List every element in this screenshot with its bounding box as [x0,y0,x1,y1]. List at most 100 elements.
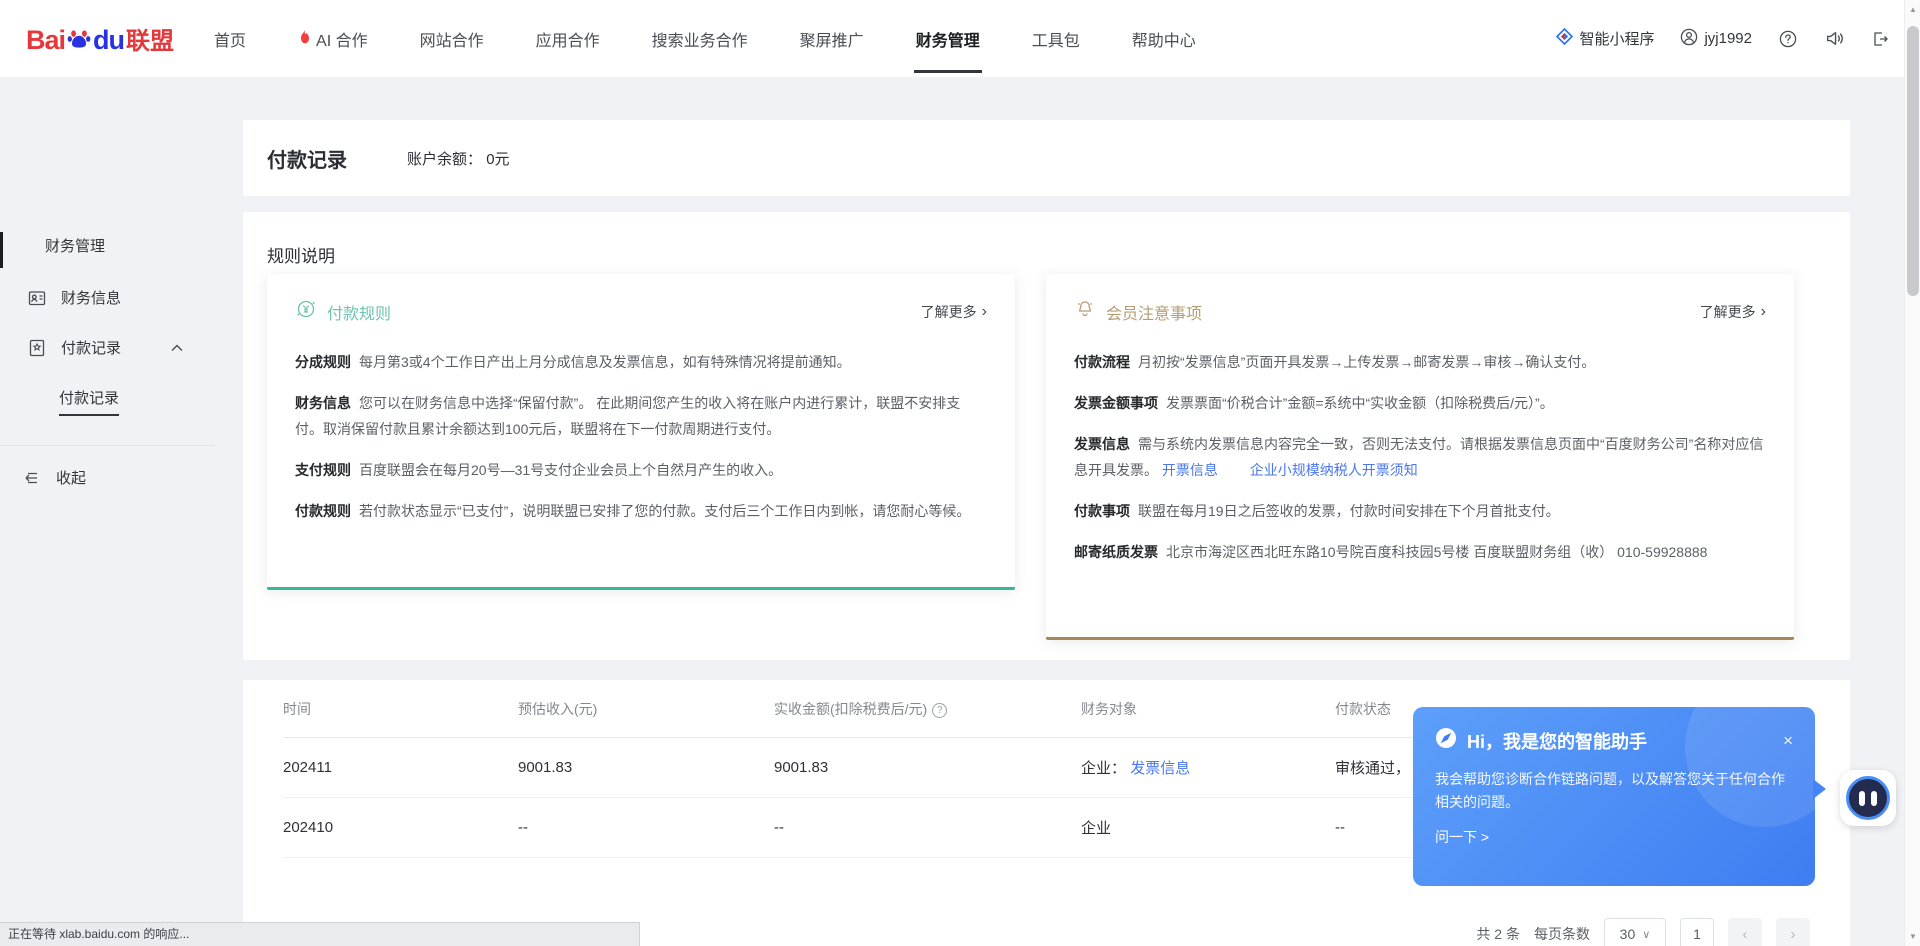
user-icon [1680,28,1698,50]
cell-actual: 9001.83 [774,759,1081,776]
invoice-info-link[interactable]: 开票信息 [1162,462,1218,478]
assistant-popup-tail [1813,779,1826,799]
smart-miniprogram-link[interactable]: 智能小程序 [1556,28,1654,49]
payment-rules-card-header: 付款规则 了解更多 › [295,298,987,325]
cell-time: 202410 [283,819,518,836]
balance-label: 账户余额： [407,151,482,168]
balance-value: 0元 [486,151,509,168]
nav-item-toolkit[interactable]: 工具包 [1006,0,1106,77]
member-notice-card-header: 会员注意事项 了解更多 › [1074,298,1766,325]
account-balance: 账户余额： 0元 [407,148,510,169]
member-notice-card: 会员注意事项 了解更多 › 付款流程月初按“发票信息”页面开具发票→上传发票→邮… [1046,274,1794,640]
chevron-up-icon[interactable] [171,339,183,356]
rule-row: 邮寄纸质发票北京市海淀区西北旺东路10号院百度科技园5号楼 百度联盟财务组（收）… [1074,539,1766,565]
baidu-union-logo[interactable]: Bai du 联盟 [26,21,174,56]
rule-row: 发票信息需与系统内发票信息内容完全一致，否则无法支付。请根据发票信息页面中“百度… [1074,431,1766,483]
member-notice-more-link[interactable]: 了解更多 › [1700,302,1766,322]
cell-time: 202411 [283,759,518,776]
miniprogram-icon [1556,28,1573,49]
browser-scrollbar[interactable]: ▲ ▼ [1904,0,1920,946]
paw-icon [66,26,92,57]
cell-estimated: 9001.83 [518,759,774,776]
sidebar: 财务管理 财务信息 付款记录 付款记录 [0,77,215,946]
rules-panel: 规则说明 付款规则 了解更多 › 分成规则每月第3或4个工作日产出上月分成信息及… [243,212,1850,660]
assistant-title: Hi，我是您的智能助手 [1467,728,1647,754]
robot-face-icon [1846,776,1890,820]
sidebar-item-payment-records[interactable]: 付款记录 [0,337,215,358]
member-notice-icon [1074,298,1096,325]
nav-item-search-business[interactable]: 搜索业务合作 [626,0,774,77]
nav-item-home[interactable]: 首页 [188,0,272,77]
collapse-icon [22,468,42,488]
payment-records-icon [27,338,47,358]
main-nav: 首页 AI 合作 网站合作 应用合作 搜索业务合作 聚屏推广 财务管理 工具包 … [188,0,1222,77]
coin-yuan-icon [295,298,317,325]
rules-section-title: 规则说明 [267,242,335,267]
logo-text-union: 联盟 [126,21,174,56]
rule-row: 分成规则每月第3或4个工作日产出上月分成信息及发票信息，如有特殊情况将提前通知。 [295,349,987,375]
rule-row: 付款事项联盟在每月19日之后签收的发票，付款时间安排在下个月首批支付。 [1074,498,1766,524]
next-page-button[interactable]: › [1776,918,1810,946]
logout-icon[interactable] [1870,29,1890,49]
topbar-right-cluster: 智能小程序 jyj1992 [1556,0,1890,77]
close-icon[interactable]: × [1783,732,1793,749]
nav-item-website-cooperation[interactable]: 网站合作 [394,0,510,77]
scrollbar-thumb[interactable] [1907,26,1919,296]
smart-assistant-popup: Hi，我是您的智能助手 × 我会帮助您诊断合作链路问题，以及解答您关于任何合作相… [1413,707,1815,886]
payment-rules-title: 付款规则 [327,300,391,324]
small-taxpayer-notice-link[interactable]: 企业小规模纳税人开票须知 [1250,462,1418,478]
sidebar-section-finance-management[interactable]: 财务管理 [0,235,215,256]
payment-rules-card: 付款规则 了解更多 › 分成规则每月第3或4个工作日产出上月分成信息及发票信息，… [267,274,1015,590]
nav-item-help-center[interactable]: 帮助中心 [1106,0,1222,77]
invoice-info-table-link[interactable]: 发票信息 [1130,760,1190,777]
page-number-1[interactable]: 1 [1680,918,1714,946]
chevron-right-icon: › [1761,304,1766,320]
sidebar-subitem-payment-records[interactable]: 付款记录 [0,387,215,416]
pagination: 共 2 条 每页条数 30 ∨ 1 ‹ › [1476,918,1810,946]
cell-actual: -- [774,819,1081,836]
assistant-robot-avatar[interactable] [1840,770,1896,826]
flame-icon [298,29,312,50]
help-icon[interactable] [1778,29,1798,49]
sidebar-divider [0,445,215,446]
compass-icon [1435,727,1457,754]
logo-text-du: du [93,25,124,56]
page-title: 付款记录 [267,144,347,173]
chevron-right-icon: › [982,304,987,320]
nav-item-ai-cooperation[interactable]: AI 合作 [272,0,394,77]
assistant-header: Hi，我是您的智能助手 × [1435,727,1793,754]
status-text: 正在等待 xlab.baidu.com 的响应... [8,927,189,941]
rule-row: 付款流程月初按“发票信息”页面开具发票→上传发票→邮寄发票→审核→确认支付。 [1074,349,1766,375]
prev-page-button[interactable]: ‹ [1728,918,1762,946]
nav-item-screen-promotion[interactable]: 聚屏推广 [774,0,890,77]
page-size-select[interactable]: 30 ∨ [1604,918,1666,946]
col-header-time: 时间 [283,699,518,719]
ask-now-link[interactable]: 问一下 > [1435,827,1793,847]
member-notice-title: 会员注意事项 [1106,300,1202,324]
scroll-down-arrow[interactable]: ▼ [1905,932,1920,941]
scroll-up-arrow[interactable]: ▲ [1905,5,1920,14]
cell-finance-object: 企业 [1081,817,1335,838]
assistant-body-text: 我会帮助您诊断合作链路问题，以及解答您关于任何合作相关的问题。 [1435,768,1790,814]
nav-item-app-cooperation[interactable]: 应用合作 [510,0,626,77]
user-account[interactable]: jyj1992 [1680,28,1752,50]
sidebar-collapse-button[interactable]: 收起 [0,467,215,488]
total-count: 共 2 条 [1476,924,1520,944]
rule-row: 财务信息您可以在财务信息中选择“保留付款”。 在此期间您产生的收入将在账户内进行… [295,390,987,442]
rule-row: 发票金额事项发票票面“价税合计”金额=系统中“实收金额（扣除税费后/元）”。 [1074,390,1766,416]
cell-finance-object: 企业： 发票信息 [1081,757,1335,778]
announcement-sound-icon[interactable] [1824,29,1844,49]
payment-rules-more-link[interactable]: 了解更多 › [921,302,987,322]
nav-item-finance-management[interactable]: 财务管理 [890,0,1006,77]
rule-row: 付款规则若付款状态显示“已支付”，说明联盟已安排了您的付款。支付后三个工作日内到… [295,498,987,524]
rule-row: 支付规则百度联盟会在每月20号—31号支付企业会员上个自然月产生的收入。 [295,457,987,483]
sidebar-item-finance-info[interactable]: 财务信息 [0,287,215,308]
logo-text-bai: Bai [26,25,65,56]
finance-info-icon [27,288,47,308]
question-circle-icon[interactable]: ? [932,703,947,718]
cell-estimated: -- [518,819,774,836]
browser-status-bubble: 正在等待 xlab.baidu.com 的响应... [0,922,640,946]
col-header-estimated-income: 预估收入(元) [518,699,774,719]
select-chevron-down-icon: ∨ [1642,928,1650,941]
col-header-actual-amount: 实收金额(扣除税费后/元)? [774,699,1081,719]
